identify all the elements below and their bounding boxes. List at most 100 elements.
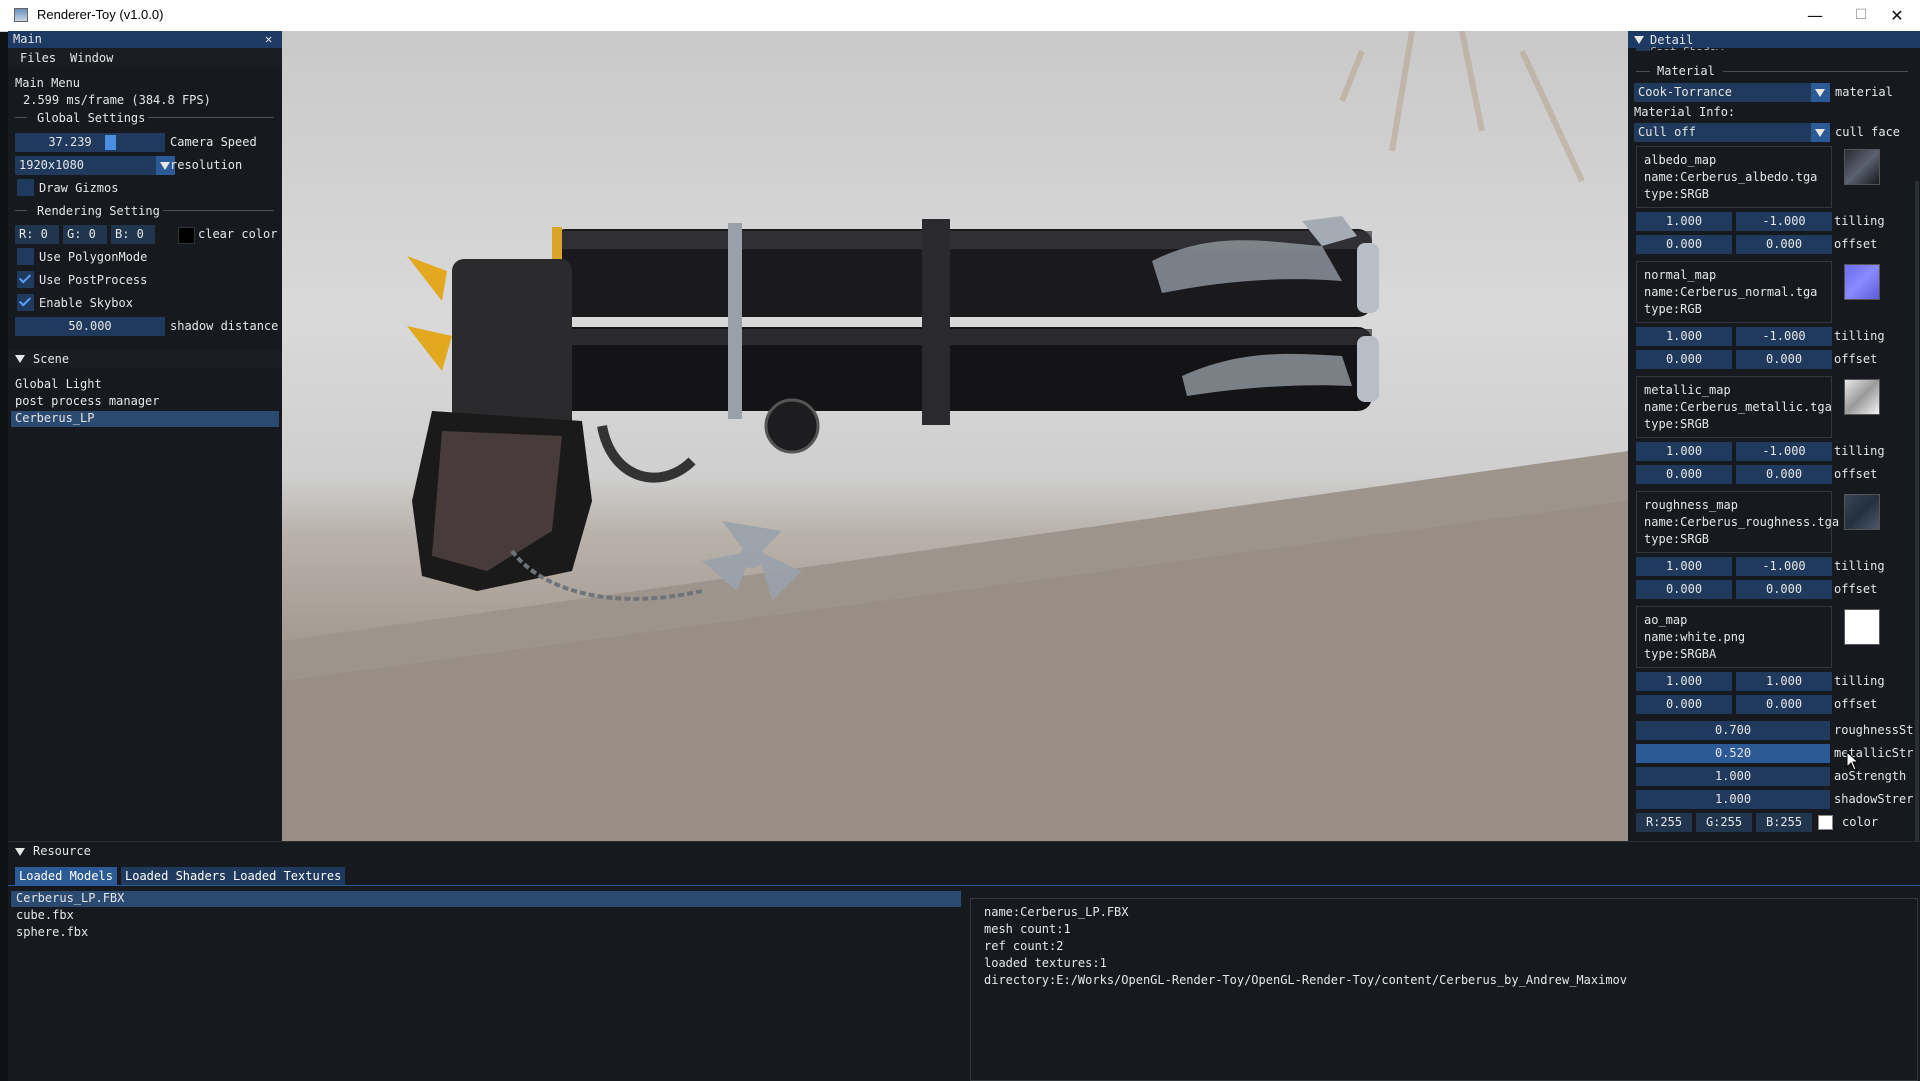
texture-map-title: albedo_map bbox=[1644, 153, 1717, 167]
main-panel-title-text: Main bbox=[13, 32, 42, 46]
main-panel-close-icon[interactable]: ✕ bbox=[265, 32, 272, 46]
tab-loaded-shaders[interactable]: Loaded Shaders bbox=[121, 867, 231, 885]
texture-map-name: name:white.png bbox=[1644, 630, 1746, 644]
render-viewport[interactable] bbox=[282, 31, 1628, 841]
enable-skybox-checkbox[interactable] bbox=[17, 294, 34, 311]
separator bbox=[163, 210, 274, 211]
tilling-y-field[interactable]: -1.000 bbox=[1736, 327, 1832, 346]
tilling-x-field[interactable]: 1.000 bbox=[1636, 557, 1732, 576]
tilling-y-field[interactable]: -1.000 bbox=[1736, 557, 1832, 576]
texture-map-info: albedo_map name:Cerberus_albedo.tga type:S… bbox=[1636, 146, 1832, 208]
shadow-strength-field[interactable]: 1.000 bbox=[1636, 790, 1830, 809]
tilling-label: tilling bbox=[1834, 559, 1885, 573]
minimize-button[interactable]: — bbox=[1792, 0, 1838, 31]
tilling-x-field[interactable]: 1.000 bbox=[1636, 327, 1732, 346]
metallic-strength-field[interactable]: 0.520 bbox=[1636, 744, 1830, 763]
color-r[interactable]: R:255 bbox=[1636, 813, 1692, 832]
texture-map-name: name:Cerberus_roughness.tga bbox=[1644, 515, 1840, 529]
texture-map-name: name:Cerberus_metallic.tga bbox=[1644, 400, 1832, 414]
main-panel: Main ✕ Files Window Main Menu 2.599 ms/f… bbox=[8, 31, 282, 841]
cull-face-select[interactable]: Cull off bbox=[1634, 123, 1811, 142]
texture-map-info: normal_map name:Cerberus_normal.tga type:R… bbox=[1636, 261, 1832, 323]
normal-thumbnail[interactable] bbox=[1844, 264, 1880, 300]
use-polygon-mode-label: Use PolygonMode bbox=[39, 250, 148, 264]
resource-panel: Resource Loaded Models Loaded Shaders Lo… bbox=[8, 841, 1920, 1081]
material-info-label: Material Info: bbox=[1634, 105, 1736, 119]
resource-collapse-icon[interactable] bbox=[15, 848, 25, 856]
offset-x-field[interactable]: 0.000 bbox=[1636, 465, 1732, 484]
mouse-cursor-icon bbox=[1846, 751, 1860, 771]
tilling-x-field[interactable]: 1.000 bbox=[1636, 442, 1732, 461]
scene-item-global-light[interactable]: Global Light bbox=[15, 377, 102, 391]
color-swatch[interactable] bbox=[1818, 815, 1833, 830]
menu-files[interactable]: Files bbox=[20, 51, 56, 65]
scene-item-cerberus[interactable]: Cerberus_LP bbox=[15, 411, 94, 425]
metallic-thumbnail[interactable] bbox=[1844, 379, 1880, 415]
enable-skybox-label: Enable Skybox bbox=[39, 296, 133, 310]
texture-map-type: type:SRGB bbox=[1644, 532, 1710, 546]
scene-item-post-process-manager[interactable]: post process manager bbox=[15, 394, 160, 408]
ao-thumbnail[interactable] bbox=[1844, 609, 1880, 645]
tilling-y-field[interactable]: -1.000 bbox=[1736, 442, 1832, 461]
texture-map-type: type:SRGB bbox=[1644, 417, 1710, 431]
offset-x-field[interactable]: 0.000 bbox=[1636, 350, 1732, 369]
camera-speed-slider[interactable]: 37.239 bbox=[15, 133, 165, 152]
tilling-y-field[interactable]: -1.000 bbox=[1736, 212, 1832, 231]
ao-strength-label: aoStrength bbox=[1834, 769, 1907, 783]
detail-scrollbar[interactable] bbox=[1915, 181, 1919, 841]
albedo-thumbnail[interactable] bbox=[1844, 149, 1880, 185]
texture-map-title: metallic_map bbox=[1644, 383, 1731, 397]
clear-color-swatch[interactable] bbox=[178, 227, 195, 244]
use-postprocess-checkbox[interactable] bbox=[17, 271, 34, 288]
model-item-cerberus[interactable]: Cerberus_LP.FBX bbox=[16, 891, 124, 905]
ao-strength-field[interactable]: 1.000 bbox=[1636, 767, 1830, 786]
cull-face-dropdown-icon[interactable] bbox=[1811, 123, 1830, 142]
model-item-cube[interactable]: cube.fbx bbox=[16, 908, 74, 922]
material-header: Material bbox=[1657, 64, 1715, 78]
shadow-distance-label: shadow distance bbox=[170, 319, 279, 333]
roughness-thumbnail[interactable] bbox=[1844, 494, 1880, 530]
main-menu-label: Main Menu bbox=[15, 76, 81, 90]
shadow-distance-field[interactable]: 50.000 bbox=[15, 317, 165, 336]
model-item-sphere[interactable]: sphere.fbx bbox=[16, 925, 88, 939]
cast-shadow-checkbox[interactable] bbox=[1636, 46, 1650, 51]
use-polygon-mode-checkbox[interactable] bbox=[17, 248, 34, 265]
separator bbox=[148, 117, 274, 118]
offset-y-field[interactable]: 0.000 bbox=[1736, 465, 1832, 484]
tilling-label: tilling bbox=[1834, 674, 1885, 688]
camera-speed-grab[interactable] bbox=[105, 135, 116, 150]
offset-label: offset bbox=[1834, 352, 1878, 366]
texture-map-type: type:SRGB bbox=[1644, 187, 1710, 201]
detail-collapse-icon[interactable] bbox=[1634, 36, 1644, 44]
tilling-x-field[interactable]: 1.000 bbox=[1636, 672, 1732, 691]
clear-color-g[interactable]: G: 0 bbox=[63, 225, 107, 244]
tab-loaded-textures[interactable]: Loaded Textures bbox=[229, 867, 346, 885]
offset-y-field[interactable]: 0.000 bbox=[1736, 580, 1832, 599]
offset-x-field[interactable]: 0.000 bbox=[1636, 235, 1732, 254]
material-dropdown-icon[interactable] bbox=[1811, 83, 1830, 102]
background-chairs bbox=[1339, 31, 1585, 183]
scene-collapse-icon[interactable] bbox=[15, 355, 25, 363]
tilling-y-field[interactable]: 1.000 bbox=[1736, 672, 1832, 691]
color-g[interactable]: G:255 bbox=[1696, 813, 1752, 832]
offset-x-field[interactable]: 0.000 bbox=[1636, 695, 1732, 714]
tilling-label: tilling bbox=[1834, 444, 1885, 458]
close-window-button[interactable]: ✕ bbox=[1874, 0, 1920, 31]
color-b[interactable]: B:255 bbox=[1756, 813, 1812, 832]
offset-y-field[interactable]: 0.000 bbox=[1736, 235, 1832, 254]
clear-color-b[interactable]: B: 0 bbox=[111, 225, 155, 244]
draw-gizmos-checkbox[interactable] bbox=[17, 179, 34, 196]
roughness-strength-field[interactable]: 0.700 bbox=[1636, 721, 1830, 740]
menu-window[interactable]: Window bbox=[70, 51, 113, 65]
window-title-bar: Renderer-Toy (v1.0.0) — ☐ ✕ bbox=[0, 0, 1920, 32]
tilling-x-field[interactable]: 1.000 bbox=[1636, 212, 1732, 231]
offset-y-field[interactable]: 0.000 bbox=[1736, 350, 1832, 369]
tab-loaded-models[interactable]: Loaded Models bbox=[15, 867, 117, 885]
clear-color-r[interactable]: R: 0 bbox=[15, 225, 59, 244]
offset-x-field[interactable]: 0.000 bbox=[1636, 580, 1732, 599]
offset-y-field[interactable]: 0.000 bbox=[1736, 695, 1832, 714]
texture-map-info: metallic_map name:Cerberus_metallic.tgaty… bbox=[1636, 376, 1832, 438]
resolution-select[interactable]: 1920x1080 bbox=[15, 156, 156, 175]
material-select[interactable]: Cook-Torrance bbox=[1634, 83, 1811, 102]
texture-map-title: ao_map bbox=[1644, 613, 1688, 627]
